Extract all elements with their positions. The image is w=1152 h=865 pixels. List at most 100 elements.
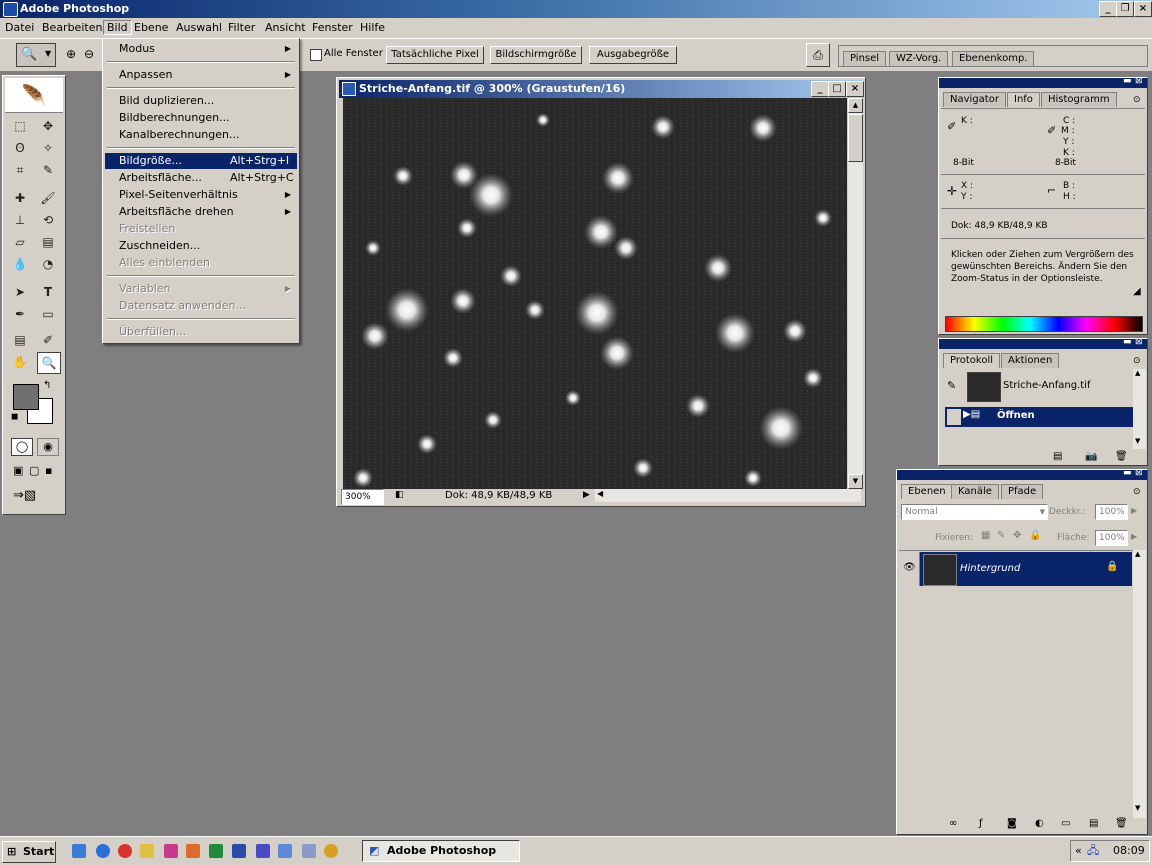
panel-close-icon[interactable]: ⊠ (1135, 76, 1143, 86)
panel-close-icon[interactable]: ⊠ (1135, 337, 1143, 347)
taskbar-item-photoshop[interactable]: ◩ Adobe Photoshop (362, 840, 520, 862)
mask-icon[interactable]: ◙ (1007, 818, 1017, 829)
status-menu-icon[interactable]: ◧ (395, 490, 404, 500)
image-canvas[interactable] (343, 98, 847, 489)
tab-navigator[interactable]: Navigator (943, 92, 1006, 107)
menu-bild[interactable]: Bild (103, 20, 132, 35)
panel-menu-icon[interactable]: ⊙ (1133, 356, 1141, 366)
tab-pfade[interactable]: Pfade (1001, 484, 1044, 499)
scroll-down-icon[interactable]: ▼ (848, 474, 863, 489)
app-icon[interactable] (278, 844, 292, 858)
lock-transparency-icon[interactable]: ▦ (981, 530, 990, 541)
layer-visibility[interactable]: 👁 (899, 552, 920, 586)
dodge-icon[interactable]: ◔ (37, 254, 59, 274)
menu-item-bildgroesse[interactable]: Bildgröße... Alt+Strg+I (105, 153, 297, 169)
opacity-slider-icon[interactable]: ▶ (1131, 506, 1137, 515)
eyedropper-icon[interactable]: ✐ (37, 330, 59, 350)
fill-slider-icon[interactable]: ▶ (1131, 532, 1137, 541)
standard-mode-icon[interactable]: ◯ (11, 438, 33, 456)
tray-expand-icon[interactable]: « (1075, 841, 1082, 861)
menu-ansicht[interactable]: Ansicht (265, 21, 306, 34)
history-brush-source-icon[interactable]: ✎ (947, 379, 956, 392)
link-icon[interactable]: ∞ (949, 818, 957, 829)
actual-pixels-button[interactable]: Tatsächliche Pixel (386, 46, 484, 64)
tab-kanaele[interactable]: Kanäle (951, 484, 999, 499)
menu-item-kanalberechnungen[interactable]: Kanalberechnungen... (105, 127, 297, 143)
fit-screen-button[interactable]: Bildschirmgröße (490, 46, 582, 64)
fill-field[interactable]: 100% (1095, 530, 1128, 546)
menu-item-bildberechnungen[interactable]: Bildberechnungen... (105, 110, 297, 126)
scroll-thumb[interactable] (848, 114, 863, 162)
word-icon[interactable] (232, 844, 246, 858)
healing-brush-icon[interactable]: ✚ (9, 188, 31, 208)
scroll-down-icon[interactable]: ▼ (1135, 804, 1140, 812)
shape-icon[interactable]: ▭ (37, 304, 59, 324)
calculator-icon[interactable] (302, 844, 316, 858)
menu-item-arbeitsflaeche-drehen[interactable]: Arbeitsfläche drehen ▶ (105, 204, 297, 220)
menu-ebene[interactable]: Ebene (134, 21, 168, 34)
layer-row[interactable]: Hintergrund 🔒 (920, 552, 1132, 586)
panel-minimize-icon[interactable]: ▬ (1123, 76, 1132, 86)
jump-to-imageready-icon[interactable]: ⇒▧ (13, 488, 36, 503)
move-icon[interactable]: ✥ (37, 116, 59, 136)
menu-item-pixel-seitenverhaeltnis[interactable]: Pixel-Seitenverhältnis ▶ (105, 187, 297, 203)
outlook-icon[interactable] (256, 844, 270, 858)
quickmask-mode-icon[interactable]: ◉ (37, 438, 59, 456)
panel-menu-icon[interactable]: ⊙ (1133, 487, 1141, 497)
show-desktop-icon[interactable] (72, 844, 86, 858)
delete-layer-icon[interactable]: 🗑 (1115, 818, 1128, 829)
zoom-in-icon[interactable]: ⊕ (66, 47, 76, 61)
screen-mode-full-icon[interactable]: ▪ (45, 464, 52, 477)
panel-minimize-icon[interactable]: ▬ (1123, 468, 1132, 478)
close-icon[interactable]: × (1134, 1, 1152, 17)
tab-wz-vorg[interactable]: WZ-Vorg. (889, 51, 949, 66)
menu-item-anpassen[interactable]: Anpassen ▶ (105, 67, 297, 83)
stamp-icon[interactable]: ⊥ (9, 210, 31, 230)
history-step-checkbox[interactable] (947, 409, 961, 425)
tab-histogramm[interactable]: Histogramm (1041, 92, 1117, 107)
resize-grip-icon[interactable]: ◢ (1133, 286, 1141, 297)
gradient-icon[interactable]: ▤ (37, 232, 59, 252)
internet-explorer-icon[interactable] (96, 844, 110, 858)
scroll-up-icon[interactable]: ▲ (1135, 550, 1140, 558)
doc-vertical-scrollbar[interactable]: ▲ ▼ (848, 98, 863, 489)
default-colors-icon[interactable]: ◼ (11, 412, 18, 422)
opera-icon[interactable] (118, 844, 132, 858)
file-browser-icon[interactable]: ⎙ (806, 43, 830, 67)
lock-position-icon[interactable]: ✥ (1013, 530, 1021, 541)
tab-info[interactable]: Info (1007, 92, 1040, 107)
print-size-button[interactable]: Ausgabegröße (589, 46, 677, 64)
layers-scrollbar[interactable]: ▲ ▼ (1133, 550, 1146, 818)
notes-icon[interactable]: ▤ (9, 330, 31, 350)
tab-pinsel[interactable]: Pinsel (843, 51, 887, 66)
menu-fenster[interactable]: Fenster (312, 21, 353, 34)
media-icon[interactable] (140, 844, 154, 858)
screen-mode-full-menu-icon[interactable]: ▢ (29, 464, 39, 477)
menu-item-arbeitsflaeche[interactable]: Arbeitsfläche... Alt+Strg+C (105, 170, 297, 186)
doc-close-icon[interactable]: × (846, 81, 864, 97)
history-step-row[interactable]: ▶▤ Öffnen (945, 407, 1133, 427)
marquee-icon[interactable]: ⬚ (9, 116, 31, 136)
snapshot-thumbnail[interactable] (967, 372, 1001, 402)
folder-icon[interactable]: ▭ (1061, 818, 1070, 829)
player-icon[interactable] (324, 844, 338, 858)
pen-icon[interactable]: ✒ (9, 304, 31, 324)
status-arrow-icon[interactable]: ▶ (583, 490, 590, 500)
layer-style-icon[interactable]: ƒ (979, 818, 983, 829)
network-icon[interactable]: 🖧 (1087, 841, 1099, 861)
zoom-out-icon[interactable]: ⊖ (84, 47, 94, 61)
menu-bearbeiten[interactable]: Bearbeiten (42, 21, 102, 34)
panel-menu-icon[interactable]: ⊙ (1133, 95, 1141, 105)
scroll-down-icon[interactable]: ▼ (1135, 437, 1140, 445)
layer-name[interactable]: Hintergrund (960, 563, 1020, 574)
menu-hilfe[interactable]: Hilfe (360, 21, 385, 34)
screen-mode-standard-icon[interactable]: ▣ (13, 464, 23, 477)
scroll-up-icon[interactable]: ▲ (1135, 369, 1140, 377)
tab-aktionen[interactable]: Aktionen (1001, 353, 1060, 368)
magic-wand-icon[interactable]: ✧ (37, 138, 59, 158)
menu-auswahl[interactable]: Auswahl (176, 21, 222, 34)
lock-image-icon[interactable]: ✎ (997, 530, 1005, 541)
snapshot-name[interactable]: Striche-Anfang.tif (1003, 380, 1090, 391)
tool-preset-picker[interactable]: 🔍 ▼ (16, 43, 56, 67)
acrobat-icon[interactable] (164, 844, 178, 858)
